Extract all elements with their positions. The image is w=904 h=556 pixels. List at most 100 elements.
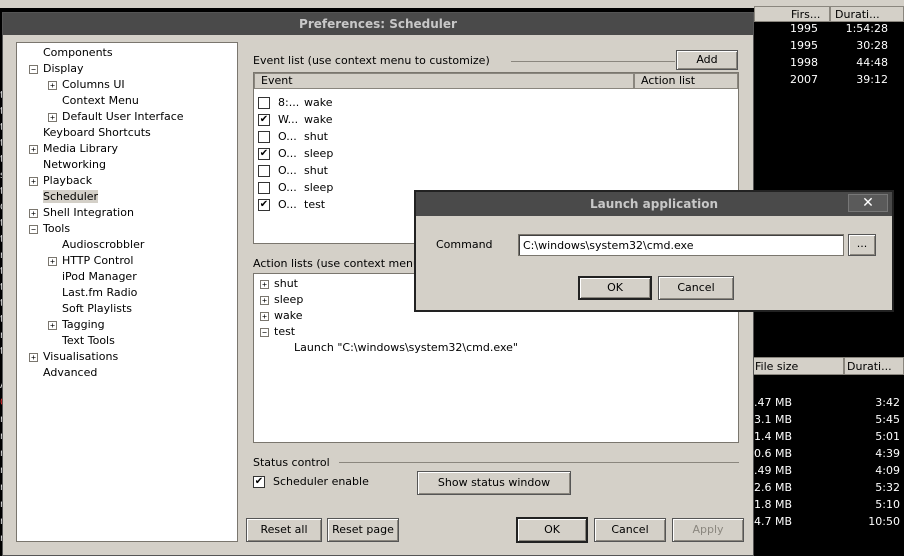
checkbox-unchecked-icon[interactable]	[258, 164, 270, 177]
duration-cell: 30:28	[856, 39, 888, 52]
expand-icon[interactable]: +	[29, 208, 38, 218]
event-row[interactable]: O... sleep	[258, 179, 333, 196]
playlist-row[interactable]: 1995 1:54:28	[754, 22, 904, 39]
launch-cancel-button[interactable]: Cancel	[658, 276, 734, 300]
checkbox-checked-icon[interactable]: ✔	[258, 198, 270, 211]
checkbox-checked-icon[interactable]: ✔	[258, 147, 270, 160]
playlist-row[interactable]: 3.1 MB 5:45	[754, 413, 904, 430]
tree-item[interactable]: + Tagging	[48, 317, 105, 333]
tree-item[interactable]: Soft Playlists	[48, 301, 132, 317]
event-action: wake	[304, 96, 333, 109]
action-list-item[interactable]: + wake	[260, 308, 302, 324]
tree-item[interactable]: Scheduler	[29, 189, 99, 205]
tree-item[interactable]: + Default User Interface	[48, 109, 184, 125]
tree-item[interactable]: Audioscrobbler	[48, 237, 144, 253]
apply-button[interactable]: Apply	[672, 518, 744, 542]
action-list-item[interactable]: − test	[260, 324, 295, 340]
playlist-row[interactable]: 1.4 MB 5:01	[754, 430, 904, 447]
playlist-row[interactable]: 2.6 MB 5:32	[754, 481, 904, 498]
event-row[interactable]: O... shut	[258, 162, 328, 179]
expand-icon[interactable]: +	[48, 256, 57, 266]
column-header-duration[interactable]: Durati...	[830, 6, 904, 22]
tree-item[interactable]: − Tools	[29, 221, 70, 237]
event-row[interactable]: O... shut	[258, 128, 328, 145]
playlist-row[interactable]: 4.7 MB 10:50	[754, 515, 904, 532]
command-label: Command	[436, 238, 493, 251]
action-column-header[interactable]: Action list	[634, 73, 738, 89]
tree-item[interactable]: + HTTP Control	[48, 253, 133, 269]
tree-item[interactable]: Context Menu	[48, 93, 139, 109]
preferences-tree[interactable]: Components − Display + Columns UI Context Men…	[16, 42, 238, 542]
tree-item[interactable]: iPod Manager	[48, 269, 137, 285]
playlist-row[interactable]: 1.8 MB 5:10	[754, 498, 904, 515]
checkbox-checked-icon[interactable]: ✔	[258, 113, 270, 126]
expand-icon[interactable]: +	[29, 144, 38, 154]
event-row[interactable]: ✔ O... test	[258, 196, 325, 213]
event-row[interactable]: 8:... wake	[258, 94, 332, 111]
reset-page-button[interactable]: Reset page	[327, 518, 399, 542]
close-icon[interactable]: ✕	[848, 194, 888, 212]
column-header-filesize[interactable]: File size	[752, 357, 844, 375]
event-action: sleep	[304, 147, 334, 160]
event-row[interactable]: ✔ W... wake	[258, 111, 332, 128]
collapse-icon[interactable]: −	[29, 224, 38, 234]
expand-icon[interactable]: +	[48, 320, 57, 330]
launch-ok-button[interactable]: OK	[578, 276, 652, 300]
tree-item-label: Audioscrobbler	[62, 238, 145, 251]
action-list-label: wake	[274, 309, 303, 322]
playlist-row[interactable]: 0.6 MB 4:39	[754, 447, 904, 464]
scheduler-enable-checkbox[interactable]: ✔ Scheduler enable	[253, 475, 369, 488]
event-column-header[interactable]: Event	[254, 73, 634, 89]
playlist-row[interactable]: .49 MB 4:09	[754, 464, 904, 481]
playlist-row[interactable]: .47 MB 3:42	[754, 396, 904, 413]
tree-item-label: Last.fm Radio	[62, 286, 138, 299]
column-header-first[interactable]: Firs...	[754, 6, 830, 22]
tree-item[interactable]: Keyboard Shortcuts	[29, 125, 151, 141]
expand-icon[interactable]: +	[260, 311, 269, 321]
tree-item[interactable]: Last.fm Radio	[48, 285, 137, 301]
playlist-row[interactable]: 2007 39:12	[754, 73, 904, 90]
tree-item[interactable]: Advanced	[29, 365, 97, 381]
checkbox-checked-icon[interactable]: ✔	[253, 475, 265, 488]
tree-item-label: Display	[43, 62, 84, 75]
tree-item[interactable]: + Visualisations	[29, 349, 118, 365]
playlist-row[interactable]: 1998 44:48	[754, 56, 904, 73]
tree-item[interactable]: Text Tools	[48, 333, 115, 349]
event-list-divider	[511, 61, 675, 62]
action-list-item[interactable]: + shut	[260, 276, 298, 292]
collapse-icon[interactable]: −	[260, 327, 269, 337]
tree-item-label: Keyboard Shortcuts	[43, 126, 151, 139]
add-button[interactable]: Add	[676, 50, 738, 70]
tree-item[interactable]: + Columns UI	[48, 77, 125, 93]
action-list-label: sleep	[274, 293, 304, 306]
checkbox-unchecked-icon[interactable]	[258, 130, 270, 143]
action-list-item[interactable]: + sleep	[260, 292, 303, 308]
expand-icon[interactable]: +	[48, 80, 57, 90]
playlist-row[interactable]: 1995 30:28	[754, 39, 904, 56]
expand-icon[interactable]: +	[29, 176, 38, 186]
reset-all-button[interactable]: Reset all	[246, 518, 322, 542]
expand-icon[interactable]: +	[48, 112, 57, 122]
tree-item[interactable]: + Shell Integration	[29, 205, 134, 221]
action-child-item[interactable]: Launch "C:\windows\system32\cmd.exe"	[294, 340, 518, 356]
checkbox-unchecked-icon[interactable]	[258, 96, 270, 109]
tree-item[interactable]: − Display	[29, 61, 84, 77]
collapse-icon[interactable]: −	[29, 64, 38, 74]
tree-item[interactable]: Components	[29, 45, 113, 61]
tree-item[interactable]: + Playback	[29, 173, 92, 189]
expand-icon[interactable]: +	[260, 295, 269, 305]
expand-icon[interactable]: +	[29, 352, 38, 362]
duration-cell: 44:48	[856, 56, 888, 69]
command-input[interactable]	[518, 234, 844, 256]
cancel-button[interactable]: Cancel	[594, 518, 666, 542]
ok-button[interactable]: OK	[516, 517, 588, 543]
expand-icon[interactable]: +	[260, 279, 269, 289]
browse-button[interactable]: ...	[848, 234, 876, 256]
event-row[interactable]: ✔ O... sleep	[258, 145, 333, 162]
tree-item[interactable]: + Media Library	[29, 141, 118, 157]
tree-item-label: Context Menu	[62, 94, 139, 107]
column-header-duration-2[interactable]: Durati...	[844, 357, 904, 375]
checkbox-unchecked-icon[interactable]	[258, 181, 270, 194]
show-status-window-button[interactable]: Show status window	[417, 471, 571, 495]
tree-item[interactable]: Networking	[29, 157, 106, 173]
